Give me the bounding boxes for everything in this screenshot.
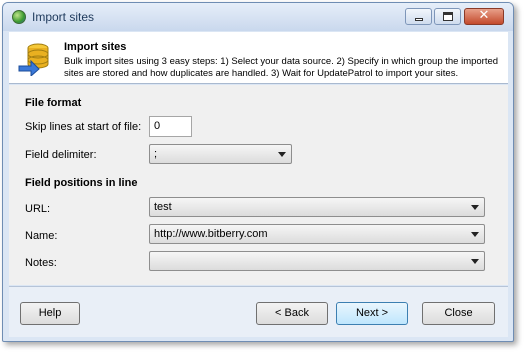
- field-positions-heading: Field positions in line: [25, 177, 138, 189]
- header-description: Bulk import sites using 3 easy steps: 1)…: [64, 56, 499, 79]
- header-title: Import sites: [64, 41, 127, 53]
- back-button[interactable]: < Back: [256, 302, 328, 325]
- chevron-down-icon: [471, 205, 479, 210]
- maximize-icon: [443, 12, 453, 21]
- name-value: http://www.bitberry.com: [154, 228, 268, 240]
- app-icon: [12, 10, 26, 24]
- notes-select[interactable]: [149, 251, 485, 271]
- field-delimiter-value: ;: [154, 148, 158, 160]
- help-button[interactable]: Help: [20, 302, 80, 325]
- skip-lines-label: Skip lines at start of file:: [25, 121, 142, 133]
- next-button[interactable]: Next >: [336, 302, 408, 325]
- title-bar[interactable]: Import sites ✕: [3, 3, 513, 31]
- chevron-down-icon: [471, 259, 479, 264]
- close-button[interactable]: Close: [422, 302, 495, 325]
- wizard-footer: Help < Back Next > Close: [9, 287, 508, 337]
- close-window-button[interactable]: ✕: [464, 8, 504, 25]
- window-title: Import sites: [32, 10, 95, 24]
- field-delimiter-select[interactable]: ;: [149, 144, 292, 164]
- settings-panel: File format Skip lines at start of file:…: [9, 85, 508, 285]
- close-icon: ✕: [478, 8, 490, 23]
- minimize-icon: [415, 18, 423, 21]
- name-select[interactable]: http://www.bitberry.com: [149, 224, 485, 244]
- field-delimiter-label: Field delimiter:: [25, 149, 97, 161]
- skip-lines-input[interactable]: 0: [149, 116, 192, 137]
- file-format-heading: File format: [25, 97, 82, 109]
- url-select[interactable]: test: [149, 197, 485, 217]
- notes-label: Notes:: [25, 257, 57, 269]
- chevron-down-icon: [471, 232, 479, 237]
- url-value: test: [154, 201, 172, 213]
- wizard-header: Import sites Bulk import sites using 3 e…: [9, 32, 508, 84]
- chevron-down-icon: [278, 152, 286, 157]
- maximize-button[interactable]: [434, 8, 461, 25]
- name-label: Name:: [25, 230, 58, 242]
- database-arrow-icon: [18, 43, 49, 76]
- import-sites-window: Import sites ✕ Import sites Bulk import …: [2, 2, 514, 342]
- url-label: URL:: [25, 203, 51, 215]
- minimize-button[interactable]: [405, 8, 432, 25]
